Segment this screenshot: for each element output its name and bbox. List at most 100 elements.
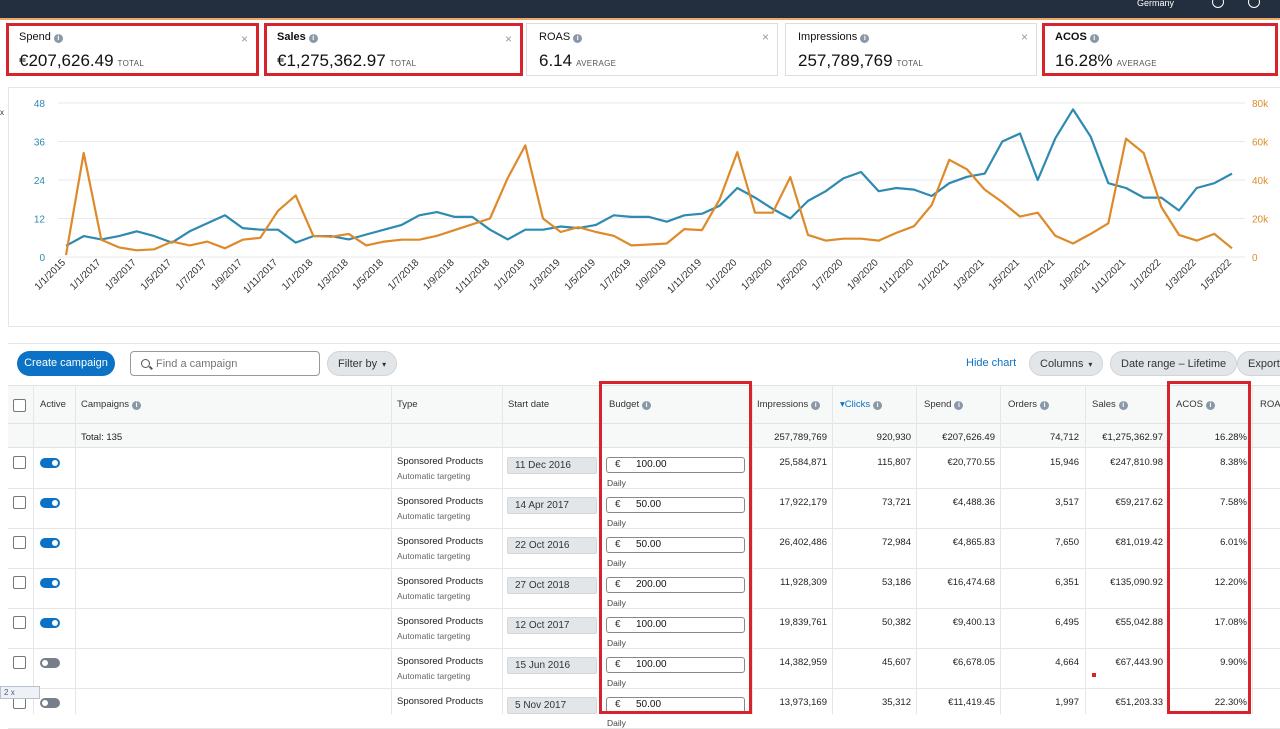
info-icon[interactable]: i xyxy=(308,34,318,43)
metric-card-spend[interactable]: Spend i × €207,626.49 TOTAL xyxy=(6,23,259,76)
metric-card-sales[interactable]: Sales i × €1,275,362.97 TOTAL xyxy=(264,23,523,76)
info-icon: i xyxy=(873,401,883,410)
left-axis-tick-label: 12 xyxy=(34,215,46,226)
info-icon: i xyxy=(811,401,821,410)
x-axis-tick-label: 1/7/2019 xyxy=(598,257,634,293)
settings-icon[interactable] xyxy=(1248,0,1260,8)
row-checkbox[interactable] xyxy=(13,496,26,509)
row-checkbox[interactable] xyxy=(13,536,26,549)
metric-value: €1,275,362.97 TOTAL xyxy=(277,51,417,70)
series-line-left-axis xyxy=(65,108,1233,247)
help-icon[interactable] xyxy=(1212,0,1224,8)
cell-orders: 15,946 xyxy=(1049,457,1079,468)
metric-label: Impressions i xyxy=(798,31,870,43)
cell-sales: €81,019.42 xyxy=(1115,537,1163,548)
active-toggle[interactable] xyxy=(40,698,60,708)
acos-highlight xyxy=(1167,381,1251,714)
row-checkbox[interactable] xyxy=(13,616,26,629)
total-sales: €1,275,362.97 xyxy=(1102,432,1163,443)
x-axis-tick-label: 1/7/2021 xyxy=(1022,257,1058,293)
x-axis-tick-label: 1/9/2017 xyxy=(209,257,245,293)
col-header-roas[interactable]: ROAS xyxy=(1260,399,1280,410)
x-axis-tick-label: 1/9/2020 xyxy=(845,257,881,293)
campaign-type: Sponsored Products Automatic targeting xyxy=(397,656,484,681)
info-icon: i xyxy=(954,401,964,410)
metric-value: 6.14 AVERAGE xyxy=(539,51,617,70)
x-axis-tick-label: 1/5/2021 xyxy=(987,257,1023,293)
info-icon[interactable]: i xyxy=(860,34,870,43)
left-axis-tick-label: 48 xyxy=(34,99,46,110)
x-axis-tick-label: 1/3/2021 xyxy=(951,257,987,293)
x-axis-tick-label: 1/7/2018 xyxy=(386,257,422,293)
metric-value: 16.28% AVERAGE xyxy=(1055,51,1157,70)
select-all-checkbox[interactable] xyxy=(13,399,26,412)
col-header-campaigns[interactable]: Campaigns i xyxy=(81,399,142,410)
col-header-type[interactable]: Type xyxy=(397,399,418,410)
cell-sales: €135,090.92 xyxy=(1110,577,1163,588)
x-axis-tick-label: 1/11/2020 xyxy=(877,257,916,296)
cell-orders: 7,650 xyxy=(1055,537,1079,548)
total-impressions: 257,789,769 xyxy=(774,432,827,443)
start-date-field[interactable]: 14 Apr 2017 xyxy=(507,497,597,514)
row-checkbox[interactable] xyxy=(13,576,26,589)
x-axis-tick-label: 1/7/2020 xyxy=(810,257,846,293)
left-axis-tick-label: 0 xyxy=(39,253,45,264)
metric-value: €207,626.49 TOTAL xyxy=(19,51,145,70)
active-toggle[interactable] xyxy=(40,458,60,468)
start-date-field[interactable]: 11 Dec 2016 xyxy=(507,457,597,474)
row-checkbox[interactable] xyxy=(13,656,26,669)
x-axis-tick-label: 1/1/2019 xyxy=(492,257,528,293)
info-icon[interactable]: i xyxy=(1089,34,1099,43)
right-axis-tick-label: 80k xyxy=(1252,99,1269,110)
performance-line-chart: 012243648020k40k60k80k1/1/2015 1/1/2017 1/… xyxy=(33,99,1269,296)
start-date-field[interactable]: 12 Oct 2017 xyxy=(507,617,597,634)
x-axis-tick-label: 1/3/2022 xyxy=(1163,257,1199,293)
close-icon[interactable]: × xyxy=(505,32,512,46)
cell-orders: 3,517 xyxy=(1055,497,1079,508)
col-header-impressions[interactable]: Impressions i xyxy=(757,399,821,410)
info-icon[interactable]: i xyxy=(573,34,583,43)
start-date-field[interactable]: 22 Oct 2016 xyxy=(507,537,597,554)
active-toggle[interactable] xyxy=(40,618,60,628)
marketplace-country[interactable]: Germany xyxy=(1137,0,1174,8)
col-header-start-date[interactable]: Start date xyxy=(508,399,549,410)
campaign-type: Sponsored Products Automatic targeting xyxy=(397,576,484,601)
row-checkbox[interactable] xyxy=(13,456,26,469)
start-date-field[interactable]: 15 Jun 2016 xyxy=(507,657,597,674)
metric-card-roas[interactable]: ROAS i × 6.14 AVERAGE xyxy=(526,23,778,76)
close-icon[interactable]: × xyxy=(1021,30,1028,44)
cell-clicks: 50,382 xyxy=(881,617,911,628)
cell-orders: 6,495 xyxy=(1055,617,1079,628)
info-icon[interactable]: i xyxy=(53,34,63,43)
x-axis-tick-label: 1/1/2015 xyxy=(33,257,69,293)
start-date-field[interactable]: 27 Oct 2018 xyxy=(507,577,597,594)
info-icon: i xyxy=(1040,401,1050,410)
metric-card-impressions[interactable]: Impressions i × 257,789,769 TOTAL xyxy=(785,23,1037,76)
active-toggle[interactable] xyxy=(40,578,60,588)
zoom-indicator[interactable]: 2 x xyxy=(0,686,40,699)
start-date-field[interactable]: 5 Nov 2017 xyxy=(507,697,597,714)
col-header-active[interactable]: Active xyxy=(40,399,66,410)
x-axis-tick-label: 1/11/2021 xyxy=(1089,257,1128,296)
x-axis-tick-label: 1/9/2021 xyxy=(1057,257,1093,293)
x-axis-tick-label: 1/3/2019 xyxy=(527,257,563,293)
metric-value: 257,789,769 TOTAL xyxy=(798,51,924,70)
active-toggle[interactable] xyxy=(40,498,60,508)
left-axis-tick-label: 24 xyxy=(34,176,46,187)
active-toggle[interactable] xyxy=(40,538,60,548)
total-spend: €207,626.49 xyxy=(942,432,995,443)
col-header-spend[interactable]: Spend i xyxy=(924,399,964,410)
cell-clicks: 115,807 xyxy=(877,457,911,468)
col-header-sales[interactable]: Sales i xyxy=(1092,399,1128,410)
cell-sales: €55,042.88 xyxy=(1115,617,1163,628)
col-header-orders[interactable]: Orders i xyxy=(1008,399,1050,410)
cell-orders: 1,997 xyxy=(1055,697,1079,708)
active-toggle[interactable] xyxy=(40,658,60,668)
total-orders: 74,712 xyxy=(1049,432,1079,443)
close-icon[interactable]: × xyxy=(241,32,248,46)
cell-orders: 4,664 xyxy=(1055,657,1079,668)
metric-card-acos[interactable]: ACOS i 16.28% AVERAGE xyxy=(1042,23,1278,76)
total-clicks: 920,930 xyxy=(876,432,911,443)
close-icon[interactable]: × xyxy=(762,30,769,44)
col-header-clicks[interactable]: ▾Clicks i xyxy=(840,399,883,410)
